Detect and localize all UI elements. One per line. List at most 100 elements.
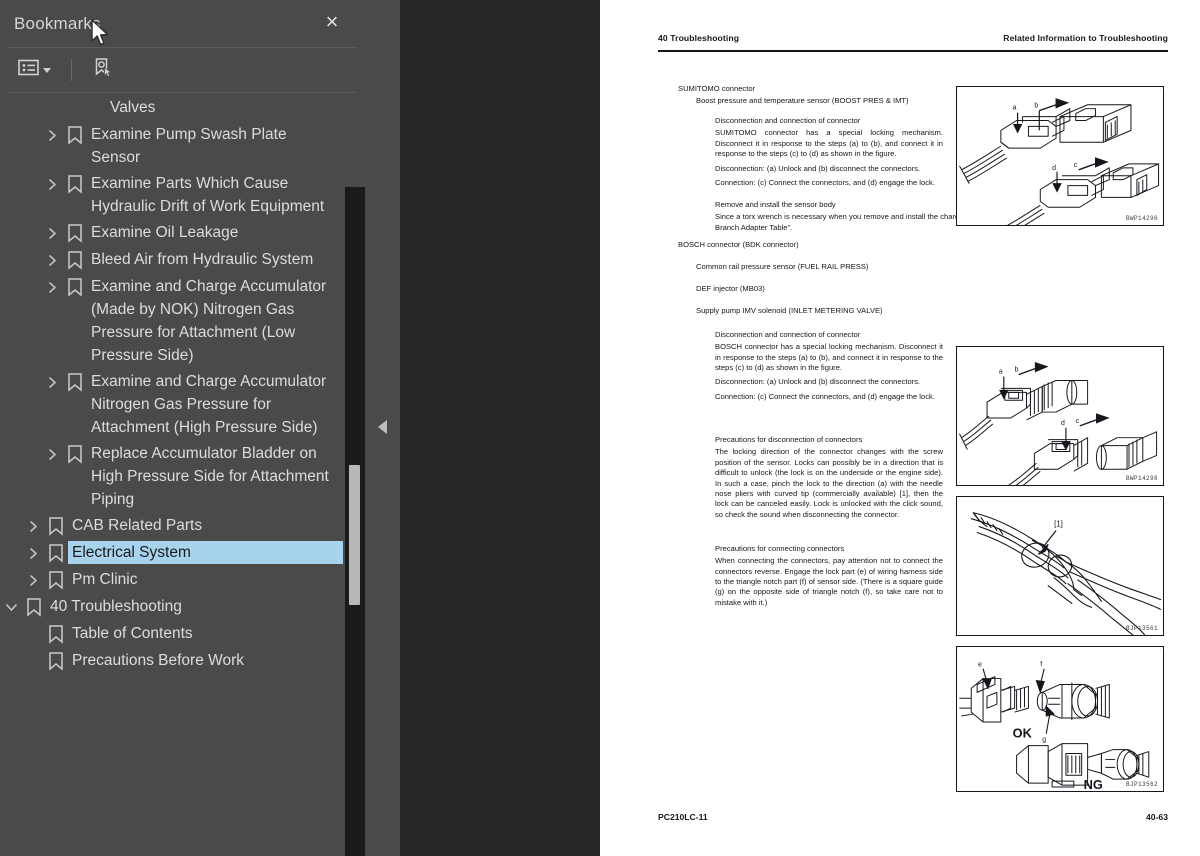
needle-nose-pliers-drawing: [1] [970,512,1162,635]
bookmarks-scrollbar-track[interactable] [345,187,365,856]
bookmark-item-label[interactable]: CAB Related Parts [68,514,208,537]
new-bookmark-button[interactable] [88,54,118,87]
bookmark-item-label[interactable]: Examine and Charge Accumulator Nitrogen … [87,370,343,439]
para-precautions-disconnection: The locking direction of the connector c… [715,447,943,519]
bookmarks-tree: Valves Examine Pump Swash Plate Sensor Exa… [0,95,365,675]
twisty-placeholder [22,649,44,673]
bookmark-item[interactable]: Valves [0,95,343,122]
bookmarks-panel-title: Bookmarks [14,13,101,33]
bookmark-item[interactable]: Examine Oil Leakage [0,220,343,247]
collapse-left-arrow-icon[interactable] [378,420,387,434]
figure-label-e: e [978,662,982,669]
figure-label-b: b [1015,367,1019,374]
figure-label-c: c [1076,418,1080,425]
bookmarks-scrollbar-thumb[interactable] [349,465,360,605]
chevron-right-icon[interactable] [41,442,63,466]
para-bosch-locking: BOSCH connector has a special locking me… [715,342,943,373]
chevron-right-icon[interactable] [22,568,44,592]
bookmark-item[interactable]: Pm Clinic [0,567,343,594]
bookmark-icon [22,595,46,619]
ok-ng-connector-drawing: e f g OK NG [959,662,1150,791]
bookmark-item[interactable]: Examine Pump Swash Plate Sensor [0,122,343,171]
chevron-right-icon[interactable] [22,514,44,538]
figure-corner-tick: · [1159,87,1161,93]
figure-label-a: a [1013,105,1017,112]
bookmark-item[interactable]: Precautions Before Work [0,648,343,675]
list-options-button[interactable] [14,56,55,84]
bookmarks-toolbar [0,48,365,92]
bookmark-item-label[interactable]: Replace Accumulator Bladder on High Pres… [87,442,343,511]
bullet-text: Supply pump IMV solenoid (INLET METERING… [696,306,883,316]
pdf-document-viewport[interactable]: 40 Troubleshooting Related Information t… [600,0,1200,856]
figure-code: BJP13562 [1125,781,1158,788]
bookmark-icon [44,622,68,646]
bookmarks-tree-scroll-region[interactable]: Valves Examine Pump Swash Plate Sensor Exa… [0,93,365,856]
bookmark-item-label[interactable]: Table of Contents [68,622,199,645]
figure-label-ok: OK [1013,726,1033,741]
bookmark-item-label[interactable]: Precautions Before Work [68,649,250,672]
bookmark-icon [63,123,87,147]
bookmark-item[interactable]: Bleed Air from Hydraulic System [0,247,343,274]
figure-corner-tick: · [959,786,961,792]
figure-code: BWP14298 [1125,475,1158,482]
chevron-down-icon[interactable] [0,595,22,619]
toolbar-separator [71,59,72,81]
bookmark-icon [44,541,68,565]
bookmark-item[interactable]: Replace Accumulator Bladder on High Pres… [0,441,343,513]
page-footer-number: 40-63 [1146,812,1168,822]
chevron-right-icon[interactable] [22,541,44,565]
bookmarks-sidebar: Bookmarks × Valves Examine Pump Swash Pl… [0,0,365,856]
bullet-text: Disconnection and connection of connecto… [715,116,861,126]
pdf-reader-window: Bookmarks × Valves Examine Pump Swash Pl… [0,0,1200,856]
figure-label-g: g [1042,737,1046,744]
figure-label-d: d [1052,165,1056,172]
bookmark-item-label[interactable]: Examine and Charge Accumulator (Made by … [87,275,343,367]
bookmark-item[interactable]: CAB Related Parts [0,513,343,540]
chevron-right-icon[interactable] [41,370,63,394]
figure-label-d: d [1061,420,1065,427]
chevron-right-icon[interactable] [41,275,63,299]
para-disconnection-steps-1: Disconnection: (a) Unlock and (b) discon… [715,163,921,173]
page-footer-model: PC210LC-11 [658,812,708,822]
bookmark-item[interactable]: Electrical System [0,540,344,567]
bookmark-icon [63,248,87,272]
figure-label-ng: NG [1084,777,1103,791]
bookmark-item-label[interactable]: Electrical System [67,540,344,565]
figure-corner-tick: · [1159,347,1161,353]
figure-corner-tick: · [959,220,961,226]
bookmark-icon [63,370,87,394]
chevron-right-icon[interactable] [41,172,63,196]
bookmark-item-label[interactable]: Examine Oil Leakage [87,221,244,244]
chevron-right-icon[interactable] [41,248,63,272]
bosch-connector-figure: · a b d c BWP14298 · [956,346,1164,486]
bookmark-item-label[interactable]: 40 Troubleshooting [46,595,188,618]
bookmark-item[interactable]: Examine and Charge Accumulator Nitrogen … [0,369,343,441]
list-options-icon [18,59,39,81]
close-icon[interactable]: × [319,9,345,35]
bookmark-item-label[interactable]: Valves [106,96,161,119]
bookmark-item-label[interactable]: Bleed Air from Hydraulic System [87,248,319,271]
bookmark-item-label[interactable]: Pm Clinic [68,568,143,591]
bookmark-icon [63,275,87,299]
para-precautions-connecting: When connecting the connectors, pay atte… [715,556,943,607]
figure-corner-tick: · [1159,497,1161,503]
figure-label-f: f [1040,662,1042,669]
figure-label-c: c [1074,162,1078,169]
figure-code: BWP14296 [1125,215,1158,222]
figure-label-part-1: [1] [1054,520,1063,529]
bullet-disconnection-connection-2: Disconnection and connection of connecto… [715,324,1010,342]
chevron-right-icon[interactable] [41,221,63,245]
page-footer: PC210LC-11 40-63 [658,812,1168,822]
chevron-right-icon[interactable] [41,123,63,147]
figure-label-a: a [999,369,1003,376]
bookmark-icon-placeholder [82,96,106,120]
page-header-rule [658,50,1168,52]
bookmark-item[interactable]: Examine and Charge Accumulator (Made by … [0,274,343,369]
bookmark-item-label[interactable]: Examine Pump Swash Plate Sensor [87,123,343,169]
bookmark-item[interactable]: Examine Parts Which Cause Hydraulic Drif… [0,171,343,220]
bookmark-item-label[interactable]: Examine Parts Which Cause Hydraulic Drif… [87,172,343,218]
para-connection-steps-2: Connection: (c) Connect the connectors, … [715,391,935,401]
bookmark-item[interactable]: Table of Contents [0,621,343,648]
bookmark-item[interactable]: 40 Troubleshooting [0,594,343,621]
bookmark-icon [44,568,68,592]
